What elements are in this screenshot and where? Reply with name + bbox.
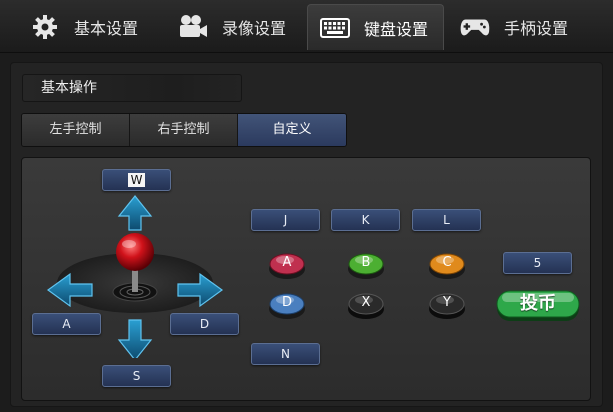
insert-coin-button[interactable]: 投币 (496, 290, 580, 322)
joystick-ball (116, 233, 154, 271)
key-field-right[interactable]: D (170, 313, 239, 335)
arcade-button-c[interactable]: C (428, 252, 466, 280)
subtab-right-hand[interactable]: 右手控制 (130, 114, 238, 146)
gamepad-icon (460, 12, 490, 42)
key-field-button-c[interactable]: L (412, 209, 481, 231)
arrow-up-icon (117, 195, 153, 231)
arcade-button-y[interactable]: Y (428, 292, 466, 320)
key-field-down[interactable]: S (102, 365, 171, 387)
key-field-extra[interactable]: N (251, 343, 320, 365)
arrow-down-icon (117, 319, 153, 358)
key-field-up[interactable]: W (102, 169, 171, 191)
top-tab-bar: 基本设置 录像设置 键盘设置 手柄设置 (0, 0, 613, 53)
arcade-button-d[interactable]: D (268, 292, 306, 320)
tab-gamepad-settings[interactable]: 手柄设置 (460, 4, 590, 50)
subtab-left-hand[interactable]: 左手控制 (22, 114, 130, 146)
arcade-button-x[interactable]: X (347, 292, 385, 320)
key-field-button-b[interactable]: K (331, 209, 400, 231)
tab-basic-settings[interactable]: 基本设置 (30, 4, 170, 50)
section-title: 基本操作 (22, 74, 242, 102)
tab-label: 手柄设置 (504, 19, 569, 38)
gear-icon (30, 12, 60, 42)
control-mode-tabs: 左手控制 右手控制 自定义 (21, 113, 347, 147)
key-field-button-a[interactable]: J (251, 209, 320, 231)
key-field-coin[interactable]: 5 (503, 252, 572, 274)
key-field-left[interactable]: A (32, 313, 101, 335)
arcade-button-b[interactable]: B (347, 252, 385, 280)
tab-label: 录像设置 (222, 19, 287, 38)
arcade-button-a[interactable]: A (268, 252, 306, 280)
video-camera-icon (178, 12, 208, 42)
tab-recording-settings[interactable]: 录像设置 (178, 4, 303, 50)
tab-keyboard-settings[interactable]: 键盘设置 (307, 4, 444, 50)
tab-label: 基本设置 (74, 19, 139, 38)
subtab-custom[interactable]: 自定义 (238, 114, 346, 146)
keyboard-icon (320, 13, 350, 43)
tab-label: 键盘设置 (364, 19, 429, 39)
